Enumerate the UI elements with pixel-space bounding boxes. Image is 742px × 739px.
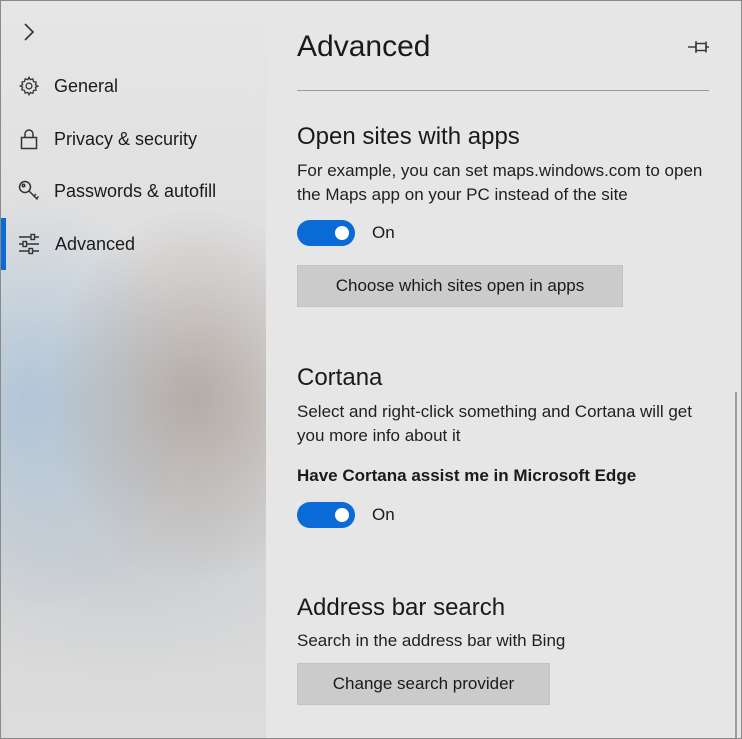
cortana-description: Select and right-click something and Cor…	[297, 402, 692, 445]
address-bar-section-title: Address bar search	[297, 594, 506, 621]
sidebar-item-advanced[interactable]: Advanced	[1, 218, 266, 270]
toggle-knob	[335, 508, 349, 522]
sidebar-item-label: Privacy & security	[54, 128, 198, 149]
sliders-icon	[17, 232, 41, 256]
sidebar-item-passwords-autofill[interactable]: Passwords & autofill	[1, 165, 266, 217]
pin-icon	[688, 41, 709, 53]
gear-icon	[17, 74, 41, 98]
advanced-settings-panel: Advanced Open sites with apps For exampl…	[266, 1, 741, 738]
cortana-toggle[interactable]	[297, 502, 355, 528]
cortana-toggle-row: On	[297, 502, 395, 528]
sidebar-item-privacy-security[interactable]: Privacy & security	[1, 113, 266, 165]
toggle-knob	[335, 226, 349, 240]
open-sites-section-title: Open sites with apps	[297, 123, 520, 150]
pin-button[interactable]	[684, 35, 714, 59]
sidebar-item-label: Passwords & autofill	[54, 180, 217, 201]
sidebar-item-label: General	[54, 75, 119, 96]
sidebar-item-label: Advanced	[55, 233, 136, 254]
lock-icon	[17, 127, 41, 151]
active-indicator	[1, 218, 6, 270]
open-sites-toggle-row: On	[297, 220, 395, 246]
cortana-section-title: Cortana	[297, 364, 383, 391]
scrollbar[interactable]	[735, 392, 737, 738]
page-title: Advanced	[297, 30, 431, 63]
chevron-right-icon	[24, 23, 35, 41]
open-sites-description: For example, you can set maps.windows.co…	[297, 161, 703, 204]
collapse-sidebar-button[interactable]	[16, 19, 42, 45]
open-sites-toggle-state: On	[372, 223, 395, 242]
settings-window: General Privacy & security Passwords & a…	[0, 0, 742, 739]
cortana-toggle-state: On	[372, 505, 395, 524]
change-search-provider-button[interactable]: Change search provider	[297, 663, 550, 705]
choose-sites-button[interactable]: Choose which sites open in apps	[297, 265, 623, 307]
title-divider	[297, 90, 709, 91]
sidebar-item-general[interactable]: General	[1, 60, 266, 112]
settings-sidebar: General Privacy & security Passwords & a…	[1, 1, 266, 738]
key-icon	[17, 179, 41, 203]
address-bar-description: Search in the address bar with Bing	[297, 631, 566, 650]
cortana-setting-label: Have Cortana assist me in Microsoft Edge	[297, 466, 637, 485]
open-sites-toggle[interactable]	[297, 220, 355, 246]
